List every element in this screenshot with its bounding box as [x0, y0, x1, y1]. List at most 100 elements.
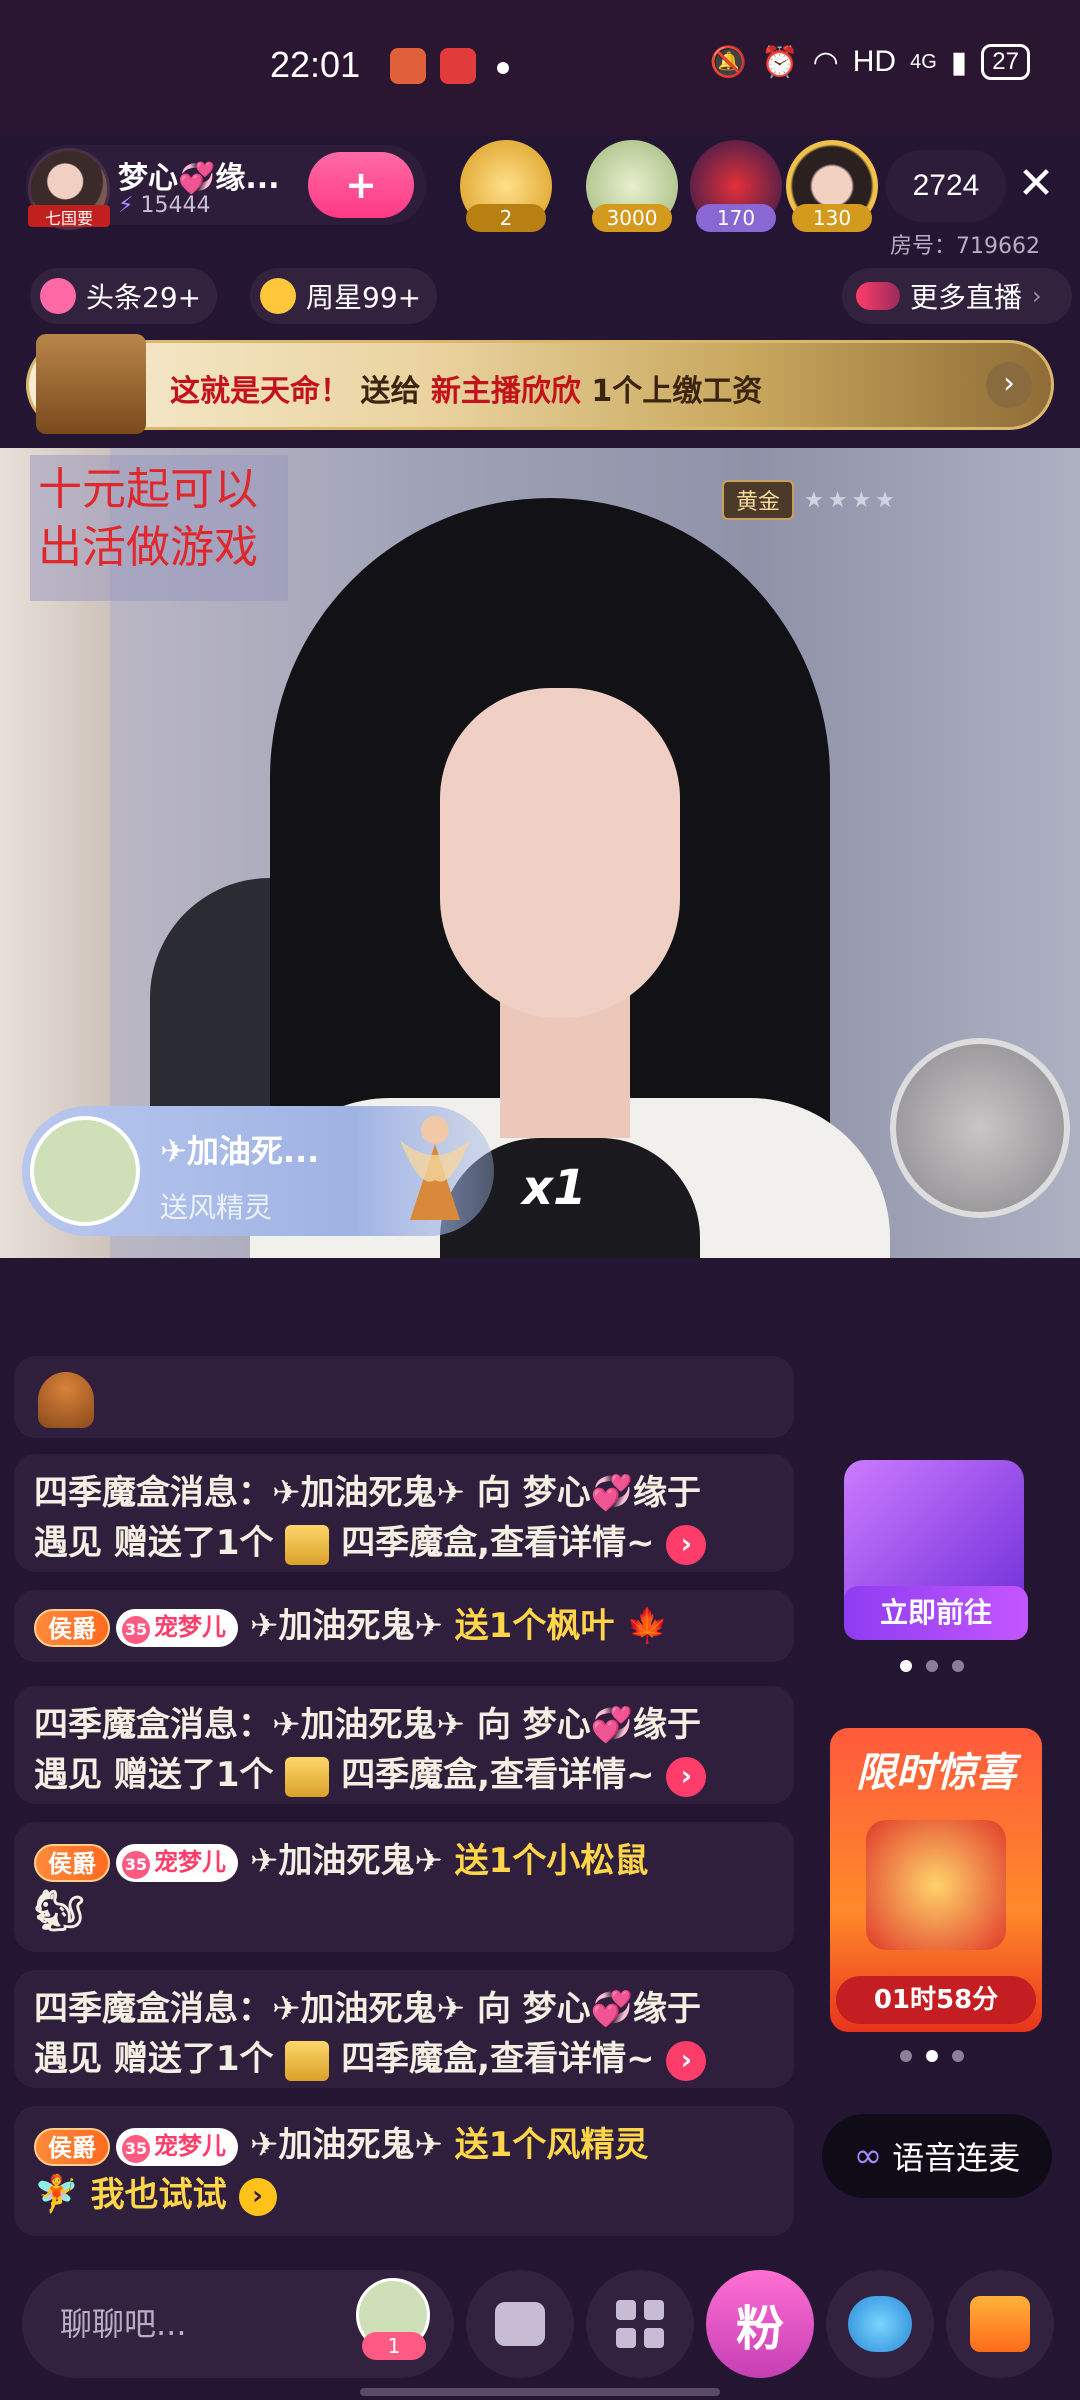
limited-surprise-title: 限时惊喜	[856, 1750, 1016, 1796]
gift-box-icon	[866, 1820, 1006, 1950]
voice-link-button[interactable]: ∞ 语音连麦	[822, 2114, 1052, 2198]
signal-type: 4G	[910, 50, 937, 73]
fan-level: 35	[122, 1850, 150, 1879]
chevron-right-icon: ›	[1032, 282, 1042, 310]
anchor-fans-count: 15444	[140, 193, 211, 218]
chat-gift: 送1个枫叶	[454, 1606, 615, 1646]
fan-badge: 35 宠梦儿	[116, 1843, 238, 1882]
follow-button[interactable]: +	[308, 152, 414, 218]
message-icon	[495, 2302, 545, 2346]
gift-count: x1	[522, 1160, 587, 1216]
banner-part2: 送给	[350, 374, 431, 409]
chat-text: 遇见 赠送了1个	[34, 2039, 274, 2079]
chat-text: 四季魔盒,查看详情~	[341, 1523, 655, 1563]
banner-part4: 1个上缴工资	[580, 374, 763, 409]
noble-rank-badge: 侯爵	[34, 1608, 110, 1647]
fan-name: 宠梦儿	[154, 1612, 226, 1641]
weekly-star-chip[interactable]: 周星99+	[250, 268, 438, 324]
gift-description: 送风精灵	[160, 1191, 273, 1224]
magic-box-icon	[285, 1756, 330, 1797]
magic-box-icon	[285, 2040, 330, 2081]
rank-badge-4: 130	[792, 204, 872, 232]
weekly-star-chip-label: 周星99+	[306, 281, 422, 314]
chevron-right-icon[interactable]: ›	[986, 362, 1032, 408]
user-badge: 1	[362, 2332, 426, 2360]
gift-button[interactable]	[946, 2270, 1054, 2378]
squirrel-icon: 🐿	[34, 1888, 85, 1934]
fan-club-button[interactable]: 粉	[706, 2270, 814, 2378]
chat-line-2: 遇见 赠送了1个 四季魔盒,查看详情~ ›	[34, 1518, 774, 1568]
try-it-link[interactable]: 我也试试	[91, 2175, 227, 2215]
message-button[interactable]	[466, 2270, 574, 2378]
chat-line: 侯爵 35 宠梦儿 ✈加油死鬼✈ 送1个风精灵	[34, 2120, 774, 2170]
rank-stars: ★★★★	[804, 487, 899, 513]
chat-item	[14, 1356, 794, 1438]
more-live-label: 更多直播	[910, 281, 1023, 314]
alarm-icon: ⏰	[761, 45, 799, 79]
chat-user[interactable]: ✈加油死鬼✈	[250, 2125, 443, 2165]
chat-item[interactable]: 四季魔盒消息：✈加油死鬼✈ 向 梦心💞缘于 遇见 赠送了1个 四季魔盒,查看详情…	[14, 1970, 794, 2088]
chevron-right-icon[interactable]: ›	[666, 1756, 707, 1797]
voice-link-label: 语音连麦	[892, 2139, 1021, 2177]
chat-item[interactable]: 侯爵 35 宠梦儿 ✈加油死鬼✈ 送1个风精灵 🧚 我也试试 ›	[14, 2106, 794, 2236]
mushroom-icon	[38, 1372, 94, 1428]
signal-icon: ▮	[950, 45, 968, 79]
banner-part3: 新主播欣欣	[430, 374, 581, 409]
noble-rank-badge: 侯爵	[34, 1843, 110, 1882]
anchor-fans: ⚡ 15444	[118, 193, 210, 218]
fan-badge: 35 宠梦儿	[116, 1608, 238, 1647]
gift-icon	[970, 2296, 1030, 2352]
banner-part1: 这就是天命！	[170, 374, 350, 409]
chat-line: 侯爵 35 宠梦儿 ✈加油死鬼✈ 送1个小松鼠	[34, 1836, 774, 1886]
battery-icon: 27	[981, 44, 1030, 80]
chevron-right-icon[interactable]: ›	[238, 2177, 277, 2216]
sender-avatar[interactable]	[30, 1116, 140, 1226]
streamer-face	[440, 688, 680, 1018]
carousel-dots	[900, 1660, 964, 1672]
anchor-name: 梦心💞缘...	[118, 161, 280, 196]
app-notification-icon	[440, 48, 476, 84]
grid-icon	[616, 2300, 664, 2348]
microphone	[890, 1038, 1070, 1218]
countdown-timer: 01时58分	[836, 1976, 1036, 2024]
fan-level: 35	[122, 1615, 150, 1644]
headline-chip[interactable]: 头条29+	[30, 268, 218, 324]
more-live-button[interactable]: 更多直播 ›	[842, 268, 1072, 324]
maple-leaf-icon: 🍁	[626, 1606, 669, 1646]
chat-item[interactable]: 侯爵 35 宠梦儿 ✈加油死鬼✈ 送1个小松鼠 🐿	[14, 1822, 794, 1952]
lightning-icon: ⚡	[118, 193, 134, 218]
fairy-gift-icon	[400, 1116, 470, 1220]
notification-dot-icon	[497, 62, 509, 74]
chat-line: 四季魔盒消息：✈加油死鬼✈ 向 梦心💞缘于	[34, 1989, 701, 2029]
chat-user[interactable]: ✈加油死鬼✈	[250, 1606, 443, 1646]
rank-level: 黄金	[722, 480, 795, 520]
chat-item[interactable]: 侯爵 35 宠梦儿 ✈加油死鬼✈ 送1个枫叶 🍁	[14, 1590, 794, 1662]
fan-name: 宠梦儿	[154, 1847, 226, 1876]
chat-item[interactable]: 四季魔盒消息：✈加油死鬼✈ 向 梦心💞缘于 遇见 赠送了1个 四季魔盒,查看详情…	[14, 1454, 794, 1572]
network-type: HD	[852, 45, 897, 78]
chat-text: 四季魔盒,查看详情~	[341, 1755, 655, 1795]
go-now-button[interactable]: 立即前往	[844, 1586, 1028, 1640]
fairy-icon: 🧚	[34, 2174, 79, 2215]
carousel-dots	[900, 2050, 964, 2062]
more-apps-button[interactable]	[586, 2270, 694, 2378]
chat-line: 🧚 我也试试 ›	[34, 2170, 774, 2220]
chat-line: 四季魔盒消息：✈加油死鬼✈ 向 梦心💞缘于	[34, 1473, 701, 1513]
close-icon[interactable]: ✕	[1010, 158, 1062, 210]
chevron-right-icon[interactable]: ›	[666, 2040, 707, 2081]
chat-item[interactable]: 四季魔盒消息：✈加油死鬼✈ 向 梦心💞缘于 遇见 赠送了1个 四季魔盒,查看详情…	[14, 1686, 794, 1804]
chat-text: 遇见 赠送了1个	[34, 1523, 274, 1563]
gift-sender: ✈加油死...	[160, 1132, 320, 1170]
anchor-tag: 七国要	[28, 205, 110, 228]
wifi-icon: ◠	[812, 45, 839, 79]
plus-heart-icon: +	[345, 163, 377, 207]
chat-user[interactable]: ✈加油死鬼✈	[250, 1841, 443, 1881]
mute-icon: 🔕	[709, 45, 748, 79]
chat-line: 四季魔盒消息：✈加油死鬼✈ 向 梦心💞缘于	[34, 1705, 701, 1745]
anchor-rank[interactable]: 黄金 ★★★★	[722, 480, 899, 520]
chat-text: 遇见 赠送了1个	[34, 1755, 274, 1795]
chevron-right-icon[interactable]: ›	[666, 1524, 707, 1565]
magic-box-icon	[285, 1524, 330, 1565]
viewer-count[interactable]: 2724	[886, 150, 1006, 222]
game-button[interactable]	[826, 2270, 934, 2378]
